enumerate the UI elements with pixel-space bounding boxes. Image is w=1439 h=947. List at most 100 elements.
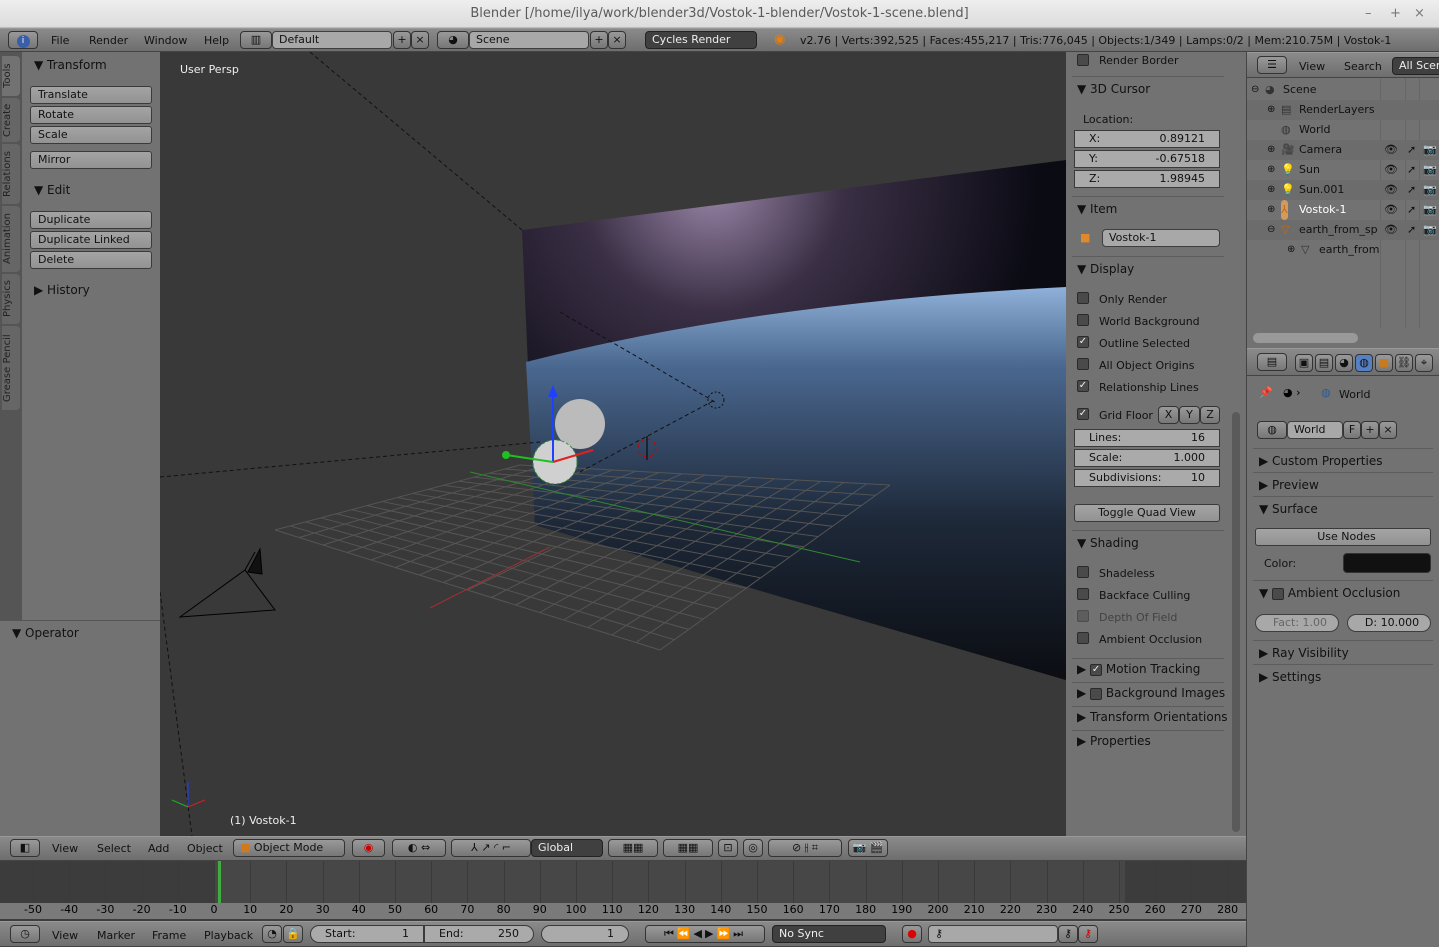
- tab-animation[interactable]: Animation: [2, 206, 20, 272]
- world-color-swatch[interactable]: [1343, 553, 1431, 573]
- render-buttons[interactable]: 📷 🎬: [848, 839, 888, 857]
- visibility-eye-icon[interactable]: 👁: [1384, 140, 1398, 160]
- timeline-menu-view[interactable]: View: [52, 928, 78, 944]
- scene-layers-1[interactable]: ▦▦: [608, 839, 658, 857]
- outliner-item[interactable]: ⊕ 💡 Sun 👁 ➚ 📷: [1247, 160, 1439, 180]
- timeline-menu-playback[interactable]: Playback: [204, 928, 253, 944]
- selectability-cursor-icon[interactable]: ➚: [1407, 180, 1416, 200]
- cursor-y-field[interactable]: Y: -0.67518: [1074, 150, 1220, 168]
- 3d-viewport[interactable]: User Persp (1) Vostok-1: [160, 52, 1066, 836]
- visibility-eye-icon[interactable]: 👁: [1384, 160, 1398, 180]
- delete-layout-button[interactable]: ×: [411, 31, 429, 49]
- cursor-z-field[interactable]: Z: 1.98945: [1074, 170, 1220, 188]
- expand-toggle-icon[interactable]: ⊕: [1287, 240, 1295, 260]
- layout-field[interactable]: Default: [272, 31, 392, 49]
- current-frame-indicator[interactable]: [217, 861, 221, 903]
- outliner-display-mode-select[interactable]: All Scenes: [1392, 57, 1439, 75]
- add-layout-button[interactable]: +: [393, 31, 411, 49]
- cursor-panel-header[interactable]: ▼ 3D Cursor: [1077, 82, 1150, 96]
- renderability-camera-icon[interactable]: 📷: [1423, 160, 1437, 180]
- grid-axis-x-toggle[interactable]: X: [1158, 406, 1179, 424]
- tab-grease-pencil[interactable]: Grease Pencil: [2, 326, 20, 410]
- expand-toggle-icon[interactable]: ⊖: [1267, 220, 1275, 240]
- collapsed-panel-header[interactable]: ▶ Background Images: [1077, 686, 1225, 700]
- tab-create[interactable]: Create: [2, 98, 20, 142]
- scene-field[interactable]: Scene: [469, 31, 589, 49]
- world-browse-button[interactable]: ◍: [1257, 421, 1287, 439]
- timeline-editor-type-button[interactable]: ◷: [10, 925, 40, 943]
- unlink-world-button[interactable]: ×: [1379, 421, 1397, 439]
- shading-option-checkbox[interactable]: [1077, 610, 1089, 622]
- duplicate-linked-button[interactable]: Duplicate Linked: [30, 231, 152, 249]
- n-panel-scrollbar[interactable]: [1232, 412, 1240, 832]
- mode-select[interactable]: ■ Object Mode: [233, 839, 345, 857]
- mirror-button[interactable]: Mirror: [30, 151, 152, 169]
- menu-object[interactable]: Object: [187, 841, 223, 857]
- preview-header[interactable]: ▶ Preview: [1259, 478, 1319, 492]
- selectability-cursor-icon[interactable]: ➚: [1407, 140, 1416, 160]
- selectability-cursor-icon[interactable]: ➚: [1407, 220, 1416, 240]
- selectability-cursor-icon[interactable]: ➚: [1407, 200, 1416, 220]
- ambient-occlusion-header[interactable]: ▼ Ambient Occlusion: [1259, 586, 1400, 600]
- display-panel-header[interactable]: ▼ Display: [1077, 262, 1134, 276]
- menu-help[interactable]: Help: [204, 33, 229, 49]
- grid-axis-z-toggle[interactable]: Z: [1200, 406, 1220, 424]
- visibility-eye-icon[interactable]: 👁: [1384, 220, 1398, 240]
- start-frame-field[interactable]: Start: 1: [310, 925, 424, 943]
- constraints-tab-icon[interactable]: ⛓: [1395, 354, 1413, 372]
- visibility-eye-icon[interactable]: 👁: [1384, 180, 1398, 200]
- sync-mode-select[interactable]: No Sync: [772, 925, 886, 943]
- timeline-ruler[interactable]: -50 -40 -30 -20 -10 0 10 20 30 40 50 60 70 80 90 100 110…: [0, 903, 1246, 919]
- shading-option-checkbox[interactable]: [1077, 632, 1089, 644]
- menu-window[interactable]: Window: [144, 33, 187, 49]
- manipulator-toggles[interactable]: ⅄ ↗ ◜ ⌐: [451, 839, 531, 857]
- translate-button[interactable]: Translate: [30, 86, 152, 104]
- item-panel-header[interactable]: ▼ Item: [1077, 202, 1117, 216]
- outliner-menu-view[interactable]: View: [1299, 59, 1325, 75]
- custom-properties-header[interactable]: ▶ Custom Properties: [1259, 454, 1382, 468]
- expand-toggle-icon[interactable]: ⊕: [1267, 160, 1275, 180]
- menu-file[interactable]: File: [51, 33, 69, 49]
- display-option-checkbox[interactable]: [1077, 292, 1089, 304]
- renderability-camera-icon[interactable]: 📷: [1423, 140, 1437, 160]
- history-panel-header[interactable]: ▶ History: [34, 283, 90, 297]
- keying-set-field[interactable]: ⚷: [928, 925, 1058, 943]
- outliner-editor-type-button[interactable]: ☰: [1257, 56, 1287, 74]
- ray-visibility-header[interactable]: ▶ Ray Visibility: [1259, 646, 1349, 660]
- grid-subdivisions-field[interactable]: Subdivisions: 10: [1074, 469, 1220, 487]
- expand-toggle-icon[interactable]: ⊕: [1267, 140, 1275, 160]
- outliner-item[interactable]: ⊖ ▽ earth_from_sp 👁 ➚ 📷: [1247, 220, 1439, 240]
- timeline-menu-marker[interactable]: Marker: [97, 928, 135, 944]
- expand-toggle-icon[interactable]: ⊕: [1267, 200, 1275, 220]
- proportional-edit-icon[interactable]: ◎: [743, 839, 763, 857]
- display-option-checkbox[interactable]: [1077, 358, 1089, 370]
- renderlayers-tab-icon[interactable]: ▤: [1315, 354, 1333, 372]
- layout-icon[interactable]: ▥: [240, 31, 272, 49]
- close-button[interactable]: ×: [1414, 6, 1425, 21]
- settings-header[interactable]: ▶ Settings: [1259, 670, 1321, 684]
- outliner-menu-search[interactable]: Search: [1344, 59, 1382, 75]
- render-border-checkbox[interactable]: [1077, 54, 1089, 66]
- delete-scene-button[interactable]: ×: [608, 31, 626, 49]
- scale-button[interactable]: Scale: [30, 126, 152, 144]
- timeline-menu-frame[interactable]: Frame: [152, 928, 186, 944]
- viewport-shading-select[interactable]: ◉: [352, 839, 385, 857]
- scene-icon[interactable]: ◕: [437, 31, 469, 49]
- outliner-item[interactable]: ⊕ ▤ RenderLayers: [1247, 100, 1439, 120]
- object-name-field[interactable]: Vostok-1: [1102, 229, 1220, 247]
- visibility-eye-icon[interactable]: 👁: [1384, 200, 1398, 220]
- toggle-quad-view-button[interactable]: Toggle Quad View: [1074, 504, 1220, 522]
- outliner-item[interactable]: ⊖ ◕ Scene: [1247, 80, 1439, 100]
- outliner-item[interactable]: ◍ World: [1247, 120, 1439, 140]
- panel-enable-checkbox[interactable]: [1090, 687, 1103, 700]
- shading-option-checkbox[interactable]: [1077, 566, 1089, 578]
- transform-orientation-select[interactable]: Global: [531, 839, 603, 857]
- grid-floor-checkbox[interactable]: ✓: [1077, 408, 1089, 420]
- lock-layers-icon[interactable]: ⊡: [718, 839, 738, 857]
- world-tab-icon[interactable]: ◍: [1355, 354, 1373, 372]
- ao-distance-field[interactable]: D: 10.000: [1347, 614, 1431, 632]
- renderability-camera-icon[interactable]: 📷: [1423, 200, 1437, 220]
- use-nodes-button[interactable]: Use Nodes: [1255, 528, 1431, 546]
- minimize-button[interactable]: –: [1365, 6, 1372, 21]
- rotate-button[interactable]: Rotate: [30, 106, 152, 124]
